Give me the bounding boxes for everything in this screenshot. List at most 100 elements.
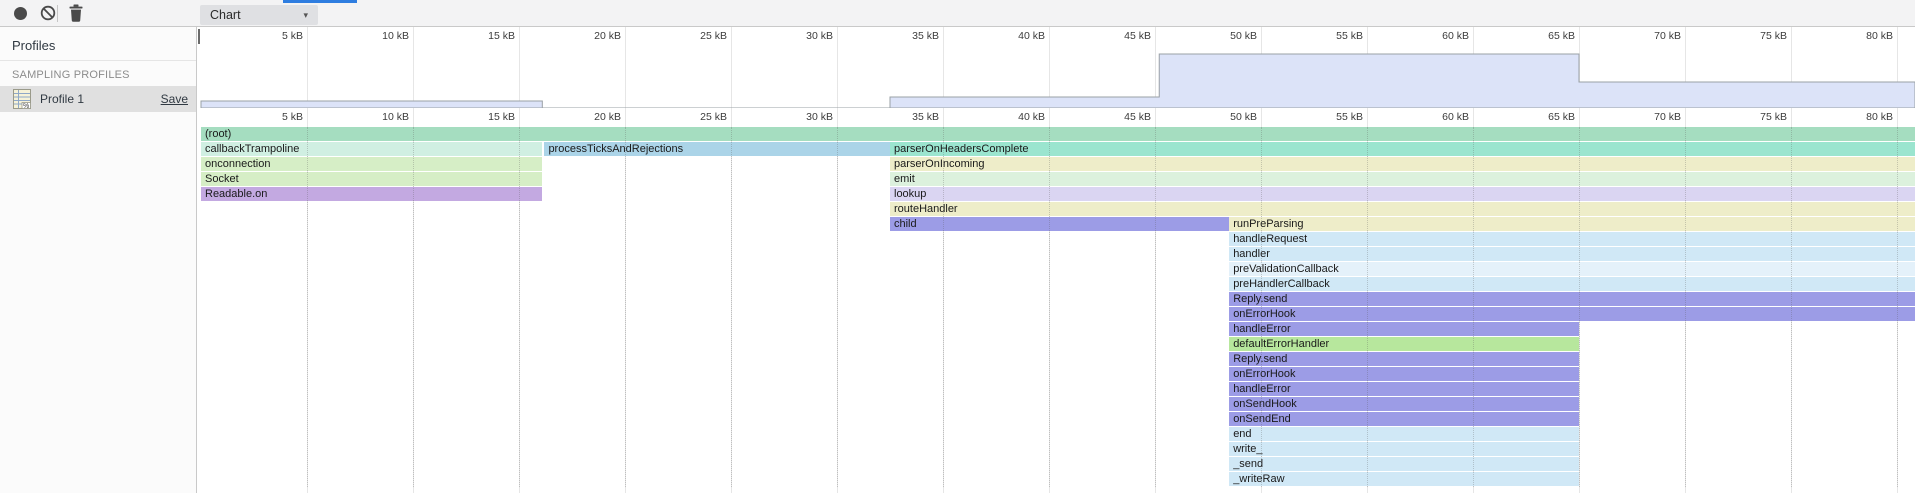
- flame-frame-_writeRaw[interactable]: _writeRaw: [1229, 472, 1579, 486]
- flame-frame-_send[interactable]: _send: [1229, 457, 1579, 471]
- flame-frame-preHandlerCallback[interactable]: preHandlerCallback: [1229, 277, 1915, 291]
- ruler-bottom-tick-label: 20 kB: [553, 111, 621, 123]
- flame-frame-Readable.on[interactable]: Readable.on: [201, 187, 542, 201]
- grid-line-dotted: [731, 127, 732, 487]
- flame-frame-root[interactable]: (root): [201, 127, 1915, 141]
- profile-name: Profile 1: [40, 86, 84, 112]
- flame-frame-onconnection[interactable]: onconnection: [201, 157, 542, 171]
- flame-frame-processTicksAndRejections[interactable]: processTicksAndRejections: [544, 142, 890, 156]
- ruler-bottom-tick-label: 30 kB: [765, 111, 833, 123]
- grid-line-dotted: [625, 127, 626, 487]
- ruler-bottom-tick-label: 25 kB: [659, 111, 727, 123]
- flame-frame-onErrorHook[interactable]: onErrorHook: [1229, 367, 1579, 381]
- grid-line-dotted: [943, 127, 944, 487]
- chart-view-select-value: Chart: [210, 8, 241, 22]
- toolbar-separator: [57, 5, 58, 22]
- profiles-heading: Profiles: [12, 38, 55, 53]
- ruler-bottom-tick-label: 75 kB: [1719, 111, 1787, 123]
- ruler-bottom-tick-label: 50 kB: [1189, 111, 1257, 123]
- clear-icon: [39, 4, 57, 22]
- flame-frame-Socket[interactable]: Socket: [201, 172, 542, 186]
- flame-frame-write_[interactable]: write_: [1229, 442, 1579, 456]
- ruler-bottom-tick-label: 55 kB: [1295, 111, 1363, 123]
- overview-step-area: [201, 54, 1915, 108]
- grid-line-dotted: [837, 127, 838, 487]
- ruler-bottom-tick-label: 45 kB: [1083, 111, 1151, 123]
- flame-frame-runPreParsing[interactable]: runPreParsing: [1229, 217, 1915, 231]
- flame-frame-onSendEnd[interactable]: onSendEnd: [1229, 412, 1579, 426]
- sidebar: Profiles SAMPLING PROFILES % Profile 1 S…: [0, 27, 197, 493]
- ruler-top-tick-label: 45 kB: [1083, 30, 1151, 42]
- sidebar-divider: [0, 60, 196, 61]
- ruler-bottom-tick-label: 65 kB: [1507, 111, 1575, 123]
- flame-frame-end[interactable]: end: [1229, 427, 1579, 441]
- flame-frame-lookup[interactable]: lookup: [890, 187, 1915, 201]
- memory-profiler-panel: Chart ▾ Profiles SAMPLING PROFILES % Pro…: [0, 0, 1915, 493]
- save-profile-link[interactable]: Save: [161, 86, 188, 112]
- ruler-top-tick-label: 35 kB: [871, 30, 939, 42]
- ruler-bottom-tick-label: 15 kB: [447, 111, 515, 123]
- flame-frame-onSendHook[interactable]: onSendHook: [1229, 397, 1579, 411]
- flame-frame-defaultErrorHandler[interactable]: defaultErrorHandler: [1229, 337, 1579, 351]
- ruler-top-tick-label: 60 kB: [1401, 30, 1469, 42]
- flame-frame-Reply.send[interactable]: Reply.send: [1229, 352, 1579, 366]
- ruler-top-tick-label: 65 kB: [1507, 30, 1575, 42]
- grid-line-dotted: [1579, 127, 1580, 487]
- grid-line-dotted: [1155, 127, 1156, 487]
- ruler-bottom-tick-label: 5 kB: [235, 111, 303, 123]
- ruler-top-tick-label: 10 kB: [341, 30, 409, 42]
- ruler-top-tick-label: 75 kB: [1719, 30, 1787, 42]
- grid-line-dotted: [1473, 127, 1474, 487]
- ruler-bottom-tick-label: 80 kB: [1825, 111, 1893, 123]
- ruler-bottom-tick-label: 35 kB: [871, 111, 939, 123]
- record-profile-button[interactable]: [4, 0, 30, 26]
- scrollbar-thumb[interactable]: [198, 29, 200, 44]
- flame-frame-parserOnHeadersComplete[interactable]: parserOnHeadersComplete: [890, 142, 1915, 156]
- grid-line-dotted: [1685, 127, 1686, 487]
- flame-frame-parserOnIncoming[interactable]: parserOnIncoming: [890, 157, 1915, 171]
- trash-icon: [68, 4, 84, 22]
- grid-line-dotted: [1897, 127, 1898, 487]
- ruler-bottom-tick-label: 10 kB: [341, 111, 409, 123]
- ruler-top-tick-label: 55 kB: [1295, 30, 1363, 42]
- flame-frame-handler[interactable]: handler: [1229, 247, 1915, 261]
- ruler-top-tick-label: 50 kB: [1189, 30, 1257, 42]
- flame-chart-area: 5 kB 5 kB 10 kB 10 kB 15 kB 15 kB 20 kB 20 kB 25…: [198, 27, 1915, 493]
- sampling-profiles-heading: SAMPLING PROFILES: [12, 69, 130, 81]
- flame-frame-onErrorHook[interactable]: onErrorHook: [1229, 307, 1915, 321]
- ruler-top-tick-label: 5 kB: [235, 30, 303, 42]
- grid-line-dotted: [307, 127, 308, 487]
- active-tab-indicator: [283, 0, 357, 3]
- flame-frame-handleRequest[interactable]: handleRequest: [1229, 232, 1915, 246]
- ruler-top-tick-label: 70 kB: [1613, 30, 1681, 42]
- flame-frame-callbackTrampoline[interactable]: callbackTrampoline: [201, 142, 542, 156]
- ruler-top-tick-label: 80 kB: [1825, 30, 1893, 42]
- flame-frame-routeHandler[interactable]: routeHandler: [890, 202, 1915, 216]
- chart-view-select[interactable]: Chart ▾: [200, 5, 318, 25]
- grid-line-dotted: [1367, 127, 1368, 487]
- ruler-top-tick-label: 25 kB: [659, 30, 727, 42]
- delete-profile-button[interactable]: [63, 0, 89, 26]
- ruler-bottom-tick-label: 70 kB: [1613, 111, 1681, 123]
- toolbar: Chart ▾: [0, 0, 1915, 27]
- record-icon: [14, 7, 27, 20]
- ruler-bottom-tick-label: 40 kB: [977, 111, 1045, 123]
- ruler-bottom-tick-label: 60 kB: [1401, 111, 1469, 123]
- flame-frame-emit[interactable]: emit: [890, 172, 1915, 186]
- flame-frame-preValidationCallback[interactable]: preValidationCallback: [1229, 262, 1915, 276]
- grid-line-dotted: [1791, 127, 1792, 487]
- grid-line-dotted: [519, 127, 520, 487]
- sidebar-item-profile-1[interactable]: % Profile 1 Save: [0, 86, 196, 112]
- flame-frame-handleError[interactable]: handleError: [1229, 382, 1579, 396]
- flame-frame-Reply.send[interactable]: Reply.send: [1229, 292, 1915, 306]
- ruler-top-tick-label: 30 kB: [765, 30, 833, 42]
- ruler-top-tick-label: 20 kB: [553, 30, 621, 42]
- svg-text:%: %: [23, 103, 29, 109]
- grid-line-dotted: [413, 127, 414, 487]
- flame-frame-handleError[interactable]: handleError: [1229, 322, 1579, 336]
- ruler-top-tick-label: 15 kB: [447, 30, 515, 42]
- ruler-top-tick-label: 40 kB: [977, 30, 1045, 42]
- grid-line-dotted: [1261, 127, 1262, 487]
- flame-frame-child[interactable]: child: [890, 217, 1229, 231]
- chevron-down-icon: ▾: [303, 5, 308, 25]
